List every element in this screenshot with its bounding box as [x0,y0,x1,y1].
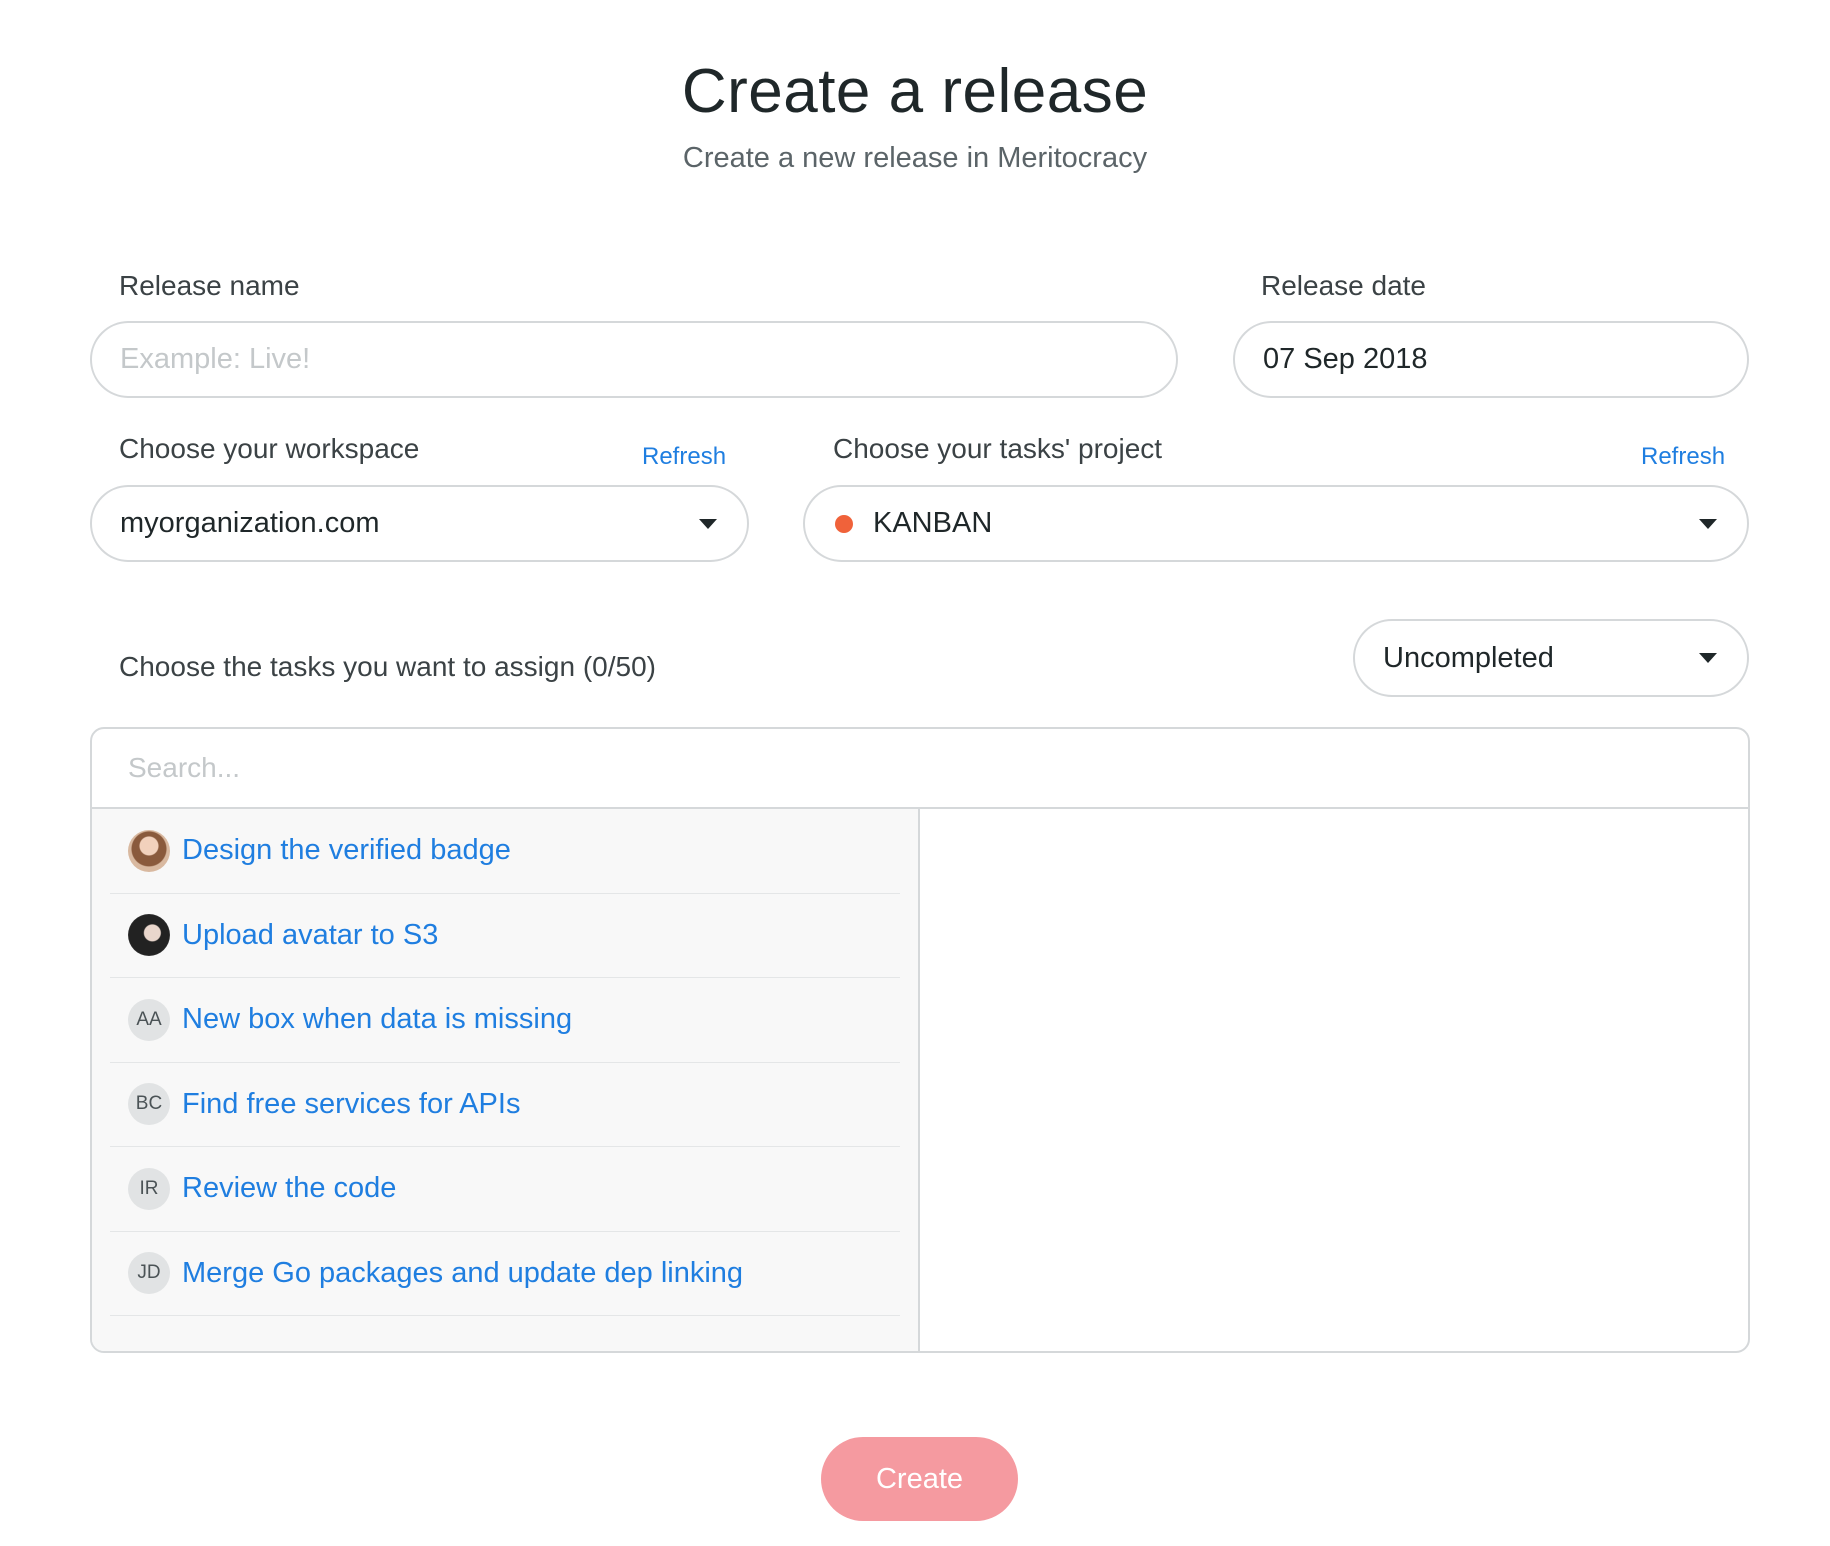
page-subtitle: Create a new release in Meritocracy [682,142,1148,174]
tasks-label: Choose the tasks you want to assign (0/5… [119,651,656,682]
release-date-input[interactable] [1235,323,1747,396]
page-title: Create a release [681,57,1149,126]
project-refresh-link[interactable]: Refresh [1641,443,1725,471]
task-title: Find free services for APIs [182,1087,521,1120]
task-list: Design the verified badge Upload avatar … [92,809,920,1351]
release-date-label: Release date [1261,270,1427,301]
project-selected-value: KANBAN [873,507,993,539]
release-name-label: Release name [119,270,300,301]
task-list-item[interactable]: Design the verified badge [110,809,900,894]
task-title: Review the code [182,1172,397,1205]
task-title: Merge Go packages and update dep linking [182,1256,744,1289]
chevron-down-icon [1699,518,1717,529]
task-filter-selected-value: Uncompleted [1383,641,1554,674]
task-title: Upload avatar to S3 [182,918,439,951]
task-search-input[interactable] [92,729,1748,807]
task-picker: Design the verified badge Upload avatar … [90,727,1750,1353]
workspace-refresh-link[interactable]: Refresh [642,443,726,471]
release-name-field [90,321,1178,398]
task-list-item[interactable]: JD Merge Go packages and update dep link… [110,1232,900,1316]
release-name-input[interactable] [92,323,1176,396]
avatar-initials: AA [128,998,170,1041]
task-title: Design the verified badge [182,834,511,867]
chevron-down-icon [699,518,717,529]
task-filter-select[interactable]: Uncompleted [1353,619,1749,697]
avatar [128,914,170,957]
task-list-item[interactable]: IR Review the code [110,1147,900,1232]
task-title: New box when data is missing [182,1003,573,1036]
project-select[interactable]: KANBAN [803,485,1749,562]
release-date-field [1233,321,1749,398]
project-color-dot-icon [835,514,853,533]
task-list-item[interactable]: AA New box when data is missing [110,978,900,1063]
avatar-initials: JD [128,1252,170,1295]
avatar-initials: BC [128,1083,170,1126]
project-label: Choose your tasks' project [833,433,1163,464]
avatar-initials: IR [128,1167,170,1210]
task-list-item[interactable]: Upload avatar to S3 [110,894,900,978]
create-button[interactable]: Create [821,1437,1018,1521]
avatar [128,829,170,872]
workspace-selected-value: myorganization.com [120,507,380,539]
workspace-label: Choose your workspace [119,433,420,464]
workspace-select[interactable]: myorganization.com [90,485,749,562]
task-search-row [92,729,1748,809]
chevron-down-icon [1699,653,1717,663]
task-list-item[interactable]: BC Find free services for APIs [110,1063,900,1147]
